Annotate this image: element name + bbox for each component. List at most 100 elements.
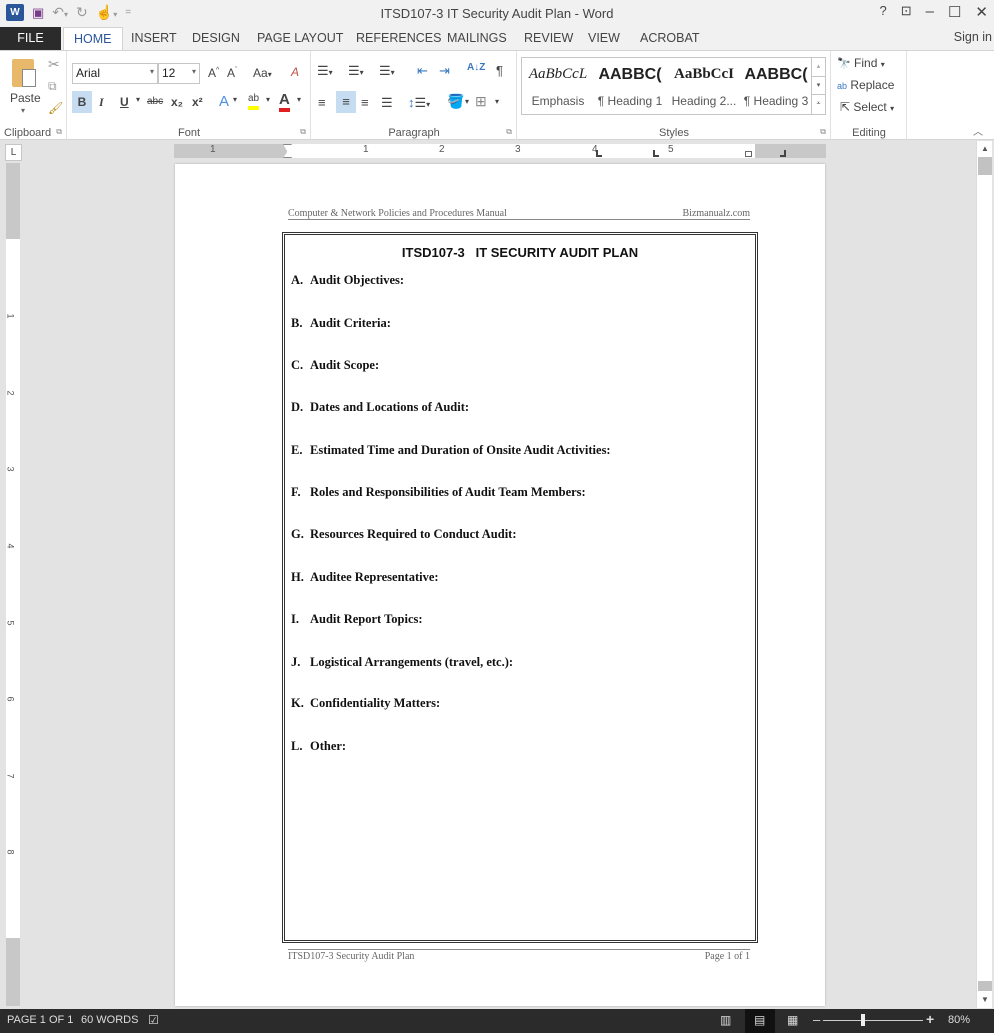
right-tab-marker[interactable] xyxy=(780,150,786,157)
borders-button[interactable]: ⊞ xyxy=(475,93,487,110)
section-item[interactable]: J. Logistical Arrangements (travel, etc.)… xyxy=(291,655,513,670)
highlight-dropdown-icon[interactable]: ▾ xyxy=(266,95,270,104)
zoom-slider-track[interactable] xyxy=(823,1020,923,1021)
copy-icon[interactable]: ⧉ xyxy=(48,79,57,94)
section-item[interactable]: E. Estimated Time and Duration of Onsite … xyxy=(291,443,611,458)
style-heading-3[interactable]: AABBC( ¶ Heading 3 xyxy=(740,58,812,114)
chevron-down-icon[interactable]: ▾ xyxy=(150,67,154,76)
decrease-indent-button[interactable]: ⇤ xyxy=(417,63,428,79)
zoom-in-button[interactable]: + xyxy=(926,1011,934,1027)
style-heading-1[interactable]: AABBC( ¶ Heading 1 xyxy=(594,58,666,114)
style-emphasis[interactable]: AaBbCcL Emphasis xyxy=(522,58,594,114)
tab-view[interactable]: VIEW xyxy=(578,27,630,50)
section-item[interactable]: G. Resources Required to Conduct Audit: xyxy=(291,527,517,542)
paragraph-launcher-icon[interactable]: ⧉ xyxy=(506,127,512,137)
tab-references[interactable]: REFERENCES xyxy=(346,27,451,50)
tab-design[interactable]: DESIGN xyxy=(182,27,250,50)
scroll-down-icon[interactable]: ▼ xyxy=(977,992,993,1008)
web-layout-icon[interactable]: ▦ xyxy=(787,1013,798,1027)
superscript-button[interactable]: x² xyxy=(192,95,203,109)
vertical-ruler[interactable]: 1 2 3 4 5 6 7 8 xyxy=(6,163,20,1006)
tab-stop-marker[interactable] xyxy=(596,150,602,157)
underline-button[interactable]: U xyxy=(120,95,129,109)
subscript-button[interactable]: x₂ xyxy=(171,95,183,109)
collapse-ribbon-icon[interactable]: ︿ xyxy=(973,123,983,138)
paste-button[interactable] xyxy=(10,57,40,91)
justify-button[interactable]: ☰ xyxy=(381,95,393,111)
find-button[interactable]: 🔭 Find ▾ xyxy=(837,56,885,70)
underline-dropdown-icon[interactable]: ▾ xyxy=(136,95,140,104)
change-case-button[interactable]: Aa▾ xyxy=(253,66,272,80)
tab-page-layout[interactable]: PAGE LAYOUT xyxy=(247,27,353,50)
clipboard-launcher-icon[interactable]: ⧉ xyxy=(56,127,62,137)
section-item[interactable]: B. Audit Criteria: xyxy=(291,316,391,331)
style-heading-2[interactable]: AaBbCcI Heading 2... xyxy=(668,58,740,114)
paste-dropdown-icon[interactable]: ▾ xyxy=(21,106,25,115)
multilevel-list-button[interactable]: ☰▾ xyxy=(379,63,395,79)
font-size-input[interactable]: 12 ▾ xyxy=(158,63,200,84)
section-item[interactable]: I. Audit Report Topics: xyxy=(291,612,423,627)
highlight-button[interactable]: ab xyxy=(248,93,260,110)
section-item[interactable]: H. Auditee Representative: xyxy=(291,570,439,585)
italic-button[interactable]: I xyxy=(99,95,104,110)
align-right-button[interactable]: ≡ xyxy=(361,95,369,110)
tab-file[interactable]: FILE xyxy=(0,27,61,50)
align-left-button[interactable]: ≡ xyxy=(318,95,326,110)
styles-launcher-icon[interactable]: ⧉ xyxy=(820,127,826,137)
show-formatting-button[interactable]: ¶ xyxy=(496,63,503,78)
section-item[interactable]: F. Roles and Responsibilities of Audit Te… xyxy=(291,485,586,500)
styles-more-icon[interactable]: ⩡ xyxy=(812,94,825,112)
tab-mailings[interactable]: MAILINGS xyxy=(437,27,517,50)
styles-scroll-up-icon[interactable]: ▴ xyxy=(812,58,825,76)
grow-font-button[interactable]: A^ xyxy=(208,66,219,80)
clear-formatting-icon[interactable]: A xyxy=(291,65,299,79)
font-name-input[interactable]: Arial ▾ xyxy=(72,63,158,84)
help-icon[interactable]: ? xyxy=(879,3,886,21)
borders-dropdown-icon[interactable]: ▾ xyxy=(495,97,499,106)
zoom-out-button[interactable]: – xyxy=(813,1012,820,1027)
bold-button[interactable]: B xyxy=(72,91,92,113)
font-color-dropdown-icon[interactable]: ▾ xyxy=(297,95,301,104)
chevron-down-icon[interactable]: ▾ xyxy=(192,67,196,76)
line-spacing-button[interactable]: ↕☰▾ xyxy=(408,95,430,111)
section-item[interactable]: A. Audit Objectives: xyxy=(291,273,404,288)
section-item[interactable]: L. Other: xyxy=(291,739,346,754)
section-item[interactable]: K. Confidentiality Matters: xyxy=(291,696,440,711)
horizontal-ruler[interactable]: 1 1 2 3 4 5 xyxy=(174,144,826,158)
tab-acrobat[interactable]: ACROBAT xyxy=(630,27,710,50)
sign-in-link[interactable]: Sign in xyxy=(954,30,992,44)
shading-dropdown-icon[interactable]: ▾ xyxy=(465,97,469,106)
strikethrough-button[interactable]: abc xyxy=(147,96,163,107)
document-page[interactable]: Computer & Network Policies and Procedur… xyxy=(175,164,825,1006)
text-effects-dropdown-icon[interactable]: ▾ xyxy=(233,95,237,104)
select-button[interactable]: ⇱ Select ▾ xyxy=(840,100,894,114)
vertical-scrollbar[interactable]: ▲ ▼ xyxy=(976,141,992,1008)
zoom-slider-thumb[interactable] xyxy=(861,1014,865,1026)
replace-button[interactable]: ab Replace xyxy=(837,78,894,92)
read-mode-icon[interactable]: ▥ xyxy=(720,1013,731,1027)
scroll-thumb[interactable] xyxy=(978,157,992,175)
tab-insert[interactable]: INSERT xyxy=(121,27,187,50)
tab-stop-marker[interactable] xyxy=(653,150,659,157)
close-icon[interactable]: ✕ xyxy=(975,3,988,21)
numbering-button[interactable]: ☰▾ xyxy=(348,63,364,79)
shading-button[interactable]: 🪣 xyxy=(447,93,464,110)
sort-button[interactable]: A↓Z xyxy=(467,62,485,73)
align-center-button[interactable]: ≡ xyxy=(336,91,356,113)
text-effects-button[interactable]: A xyxy=(219,93,229,110)
page-count[interactable]: PAGE 1 OF 1 xyxy=(7,1014,73,1026)
tab-review[interactable]: REVIEW xyxy=(514,27,583,50)
font-launcher-icon[interactable]: ⧉ xyxy=(300,127,306,137)
font-color-button[interactable]: A xyxy=(279,91,290,112)
print-layout-button[interactable]: ▤ xyxy=(745,1009,775,1033)
maximize-icon[interactable]: ☐ xyxy=(948,3,961,21)
right-indent-marker[interactable] xyxy=(745,151,752,157)
word-count[interactable]: 60 WORDS xyxy=(81,1014,138,1026)
format-painter-icon[interactable]: 🖌 xyxy=(48,101,63,115)
tab-home[interactable]: HOME xyxy=(63,27,123,51)
cut-icon[interactable]: ✂ xyxy=(48,56,60,73)
styles-scroll-down-icon[interactable]: ▾ xyxy=(812,76,825,94)
ribbon-display-options-icon[interactable]: ⊡ xyxy=(901,3,912,21)
tab-selector[interactable]: L xyxy=(5,144,22,161)
bullets-button[interactable]: ☰▾ xyxy=(317,63,333,79)
